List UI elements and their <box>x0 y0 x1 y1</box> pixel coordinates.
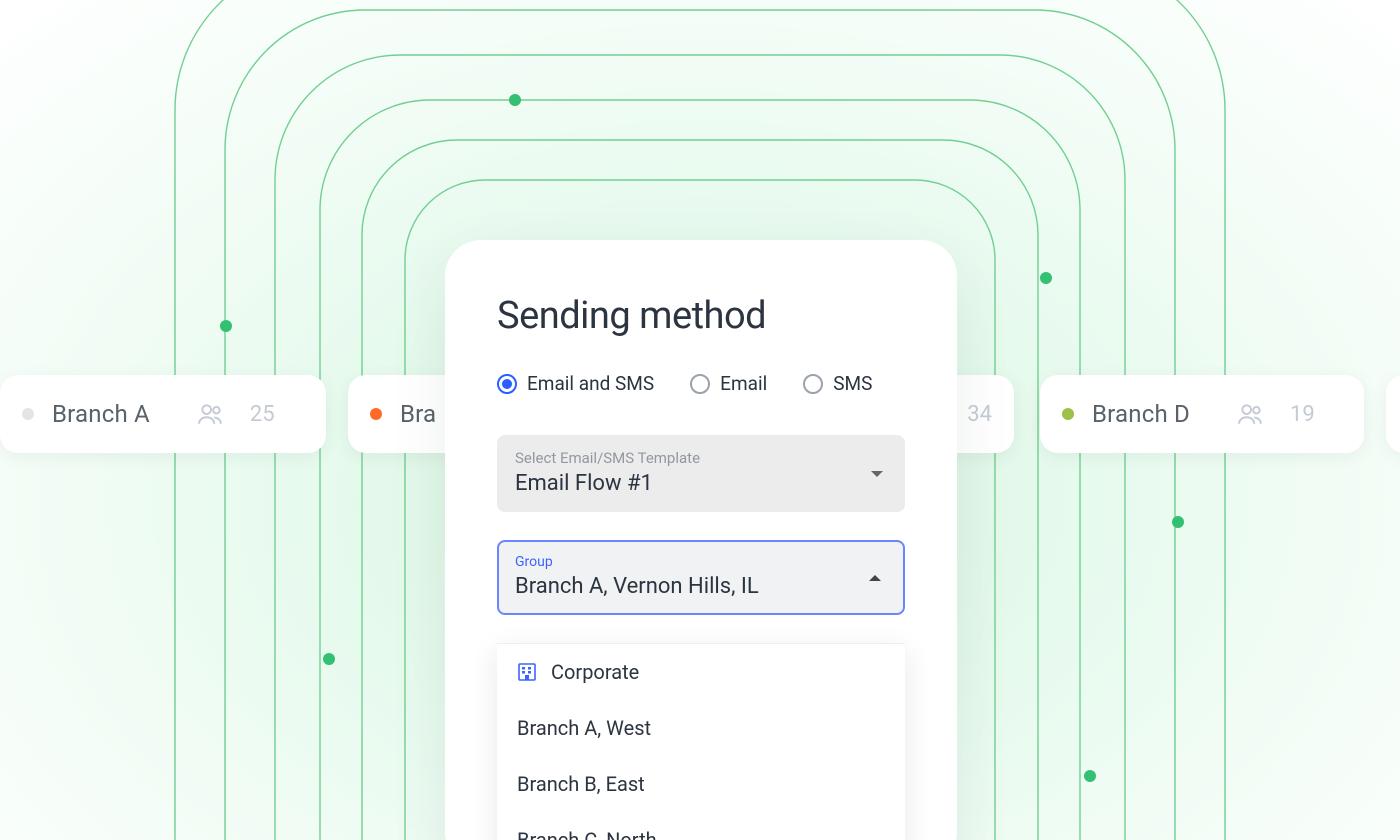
people-icon <box>198 403 224 425</box>
radio-icon <box>690 374 710 394</box>
radio-sms[interactable]: SMS <box>803 372 872 395</box>
branch-card-a[interactable]: Branch A 25 <box>0 375 326 453</box>
branch-count: 19 <box>1290 402 1315 427</box>
group-option-branch-a[interactable]: Branch A, West <box>497 700 905 756</box>
radio-label: Email <box>720 372 767 395</box>
select-value: Branch A, Vernon Hills, IL <box>515 574 887 599</box>
option-label: Branch A, West <box>517 716 651 740</box>
panel-title: Sending method <box>497 294 905 338</box>
select-value: Email Flow #1 <box>515 471 887 496</box>
branch-name: Branch A <box>52 400 150 428</box>
branch-name: Bra <box>400 400 436 428</box>
option-label: Branch C, North <box>517 828 657 840</box>
option-label: Branch B, East <box>517 772 645 796</box>
sending-method-radio-group: Email and SMS Email SMS <box>497 372 905 395</box>
branch-count: 34 <box>967 402 992 427</box>
chevron-down-icon <box>871 471 883 477</box>
radio-label: Email and SMS <box>527 372 654 395</box>
branch-card-next[interactable] <box>1386 375 1400 453</box>
chevron-up-icon <box>869 575 881 581</box>
sending-method-panel: Sending method Email and SMS Email SMS S… <box>445 240 957 840</box>
radio-email-and-sms[interactable]: Email and SMS <box>497 372 654 395</box>
group-option-corporate[interactable]: Corporate <box>497 644 905 700</box>
group-option-branch-b[interactable]: Branch B, East <box>497 756 905 812</box>
branch-count: 25 <box>250 402 275 427</box>
radio-label: SMS <box>833 372 872 395</box>
building-icon <box>517 662 537 682</box>
radio-icon <box>497 374 517 394</box>
status-dot-icon <box>370 408 382 420</box>
group-option-branch-c[interactable]: Branch C, North <box>497 812 905 840</box>
select-label: Select Email/SMS Template <box>515 449 887 467</box>
branch-name: Branch D <box>1092 400 1190 428</box>
radio-email[interactable]: Email <box>690 372 767 395</box>
template-select[interactable]: Select Email/SMS Template Email Flow #1 <box>497 435 905 512</box>
status-dot-icon <box>1062 408 1074 420</box>
status-dot-icon <box>22 408 34 420</box>
select-label: Group <box>515 554 887 570</box>
option-label: Corporate <box>551 660 639 684</box>
branch-card-d[interactable]: Branch D 19 <box>1040 375 1364 453</box>
people-icon <box>1238 403 1264 425</box>
radio-icon <box>803 374 823 394</box>
group-select[interactable]: Group Branch A, Vernon Hills, IL <box>497 540 905 615</box>
group-dropdown: Corporate Branch A, West Branch B, East … <box>497 643 905 840</box>
